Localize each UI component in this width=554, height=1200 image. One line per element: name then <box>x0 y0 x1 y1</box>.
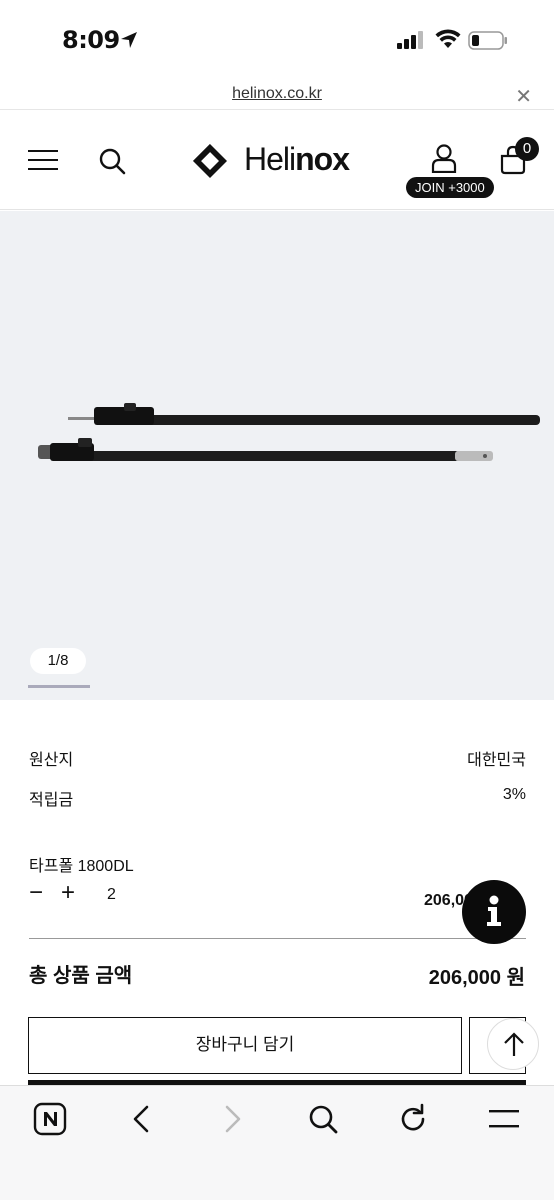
logo-wordmark: Helinox <box>244 141 350 177</box>
cart-count-badge: 0 <box>515 137 539 161</box>
points-value: 3% <box>502 786 526 803</box>
points-label: 적립금 <box>29 792 74 809</box>
naver-icon[interactable] <box>33 1102 67 1136</box>
site-header: Helinox JOIN +3000 0 <box>0 111 554 210</box>
browser-url-bar[interactable]: helinox.co.kr ✕ <box>0 80 554 110</box>
forward-icon[interactable] <box>215 1102 249 1136</box>
close-icon[interactable]: ✕ <box>515 84 532 109</box>
helinox-logo[interactable]: Helinox <box>192 141 372 181</box>
origin-value: 대한민국 <box>467 752 526 769</box>
wifi-icon <box>435 29 461 48</box>
menu-icon[interactable] <box>487 1102 521 1136</box>
quantity-value[interactable]: 2 <box>107 886 116 904</box>
hamburger-menu-icon[interactable] <box>28 149 58 171</box>
search-icon[interactable] <box>306 1102 340 1136</box>
origin-label: 원산지 <box>29 752 74 769</box>
cellular-signal-icon <box>397 31 423 49</box>
total-label: 총 상품 금액 <box>29 965 133 987</box>
status-bar: 8:09 <box>0 0 554 80</box>
browser-toolbar <box>0 1085 554 1200</box>
info-button[interactable] <box>462 880 526 944</box>
battery-icon <box>468 31 507 50</box>
info-icon <box>487 895 501 926</box>
total-value: 206,000 원 <box>428 967 525 989</box>
gallery-pager: 1/8 <box>30 648 86 674</box>
scroll-top-button[interactable] <box>487 1018 539 1070</box>
back-icon[interactable] <box>125 1102 159 1136</box>
status-time: 8:09 <box>62 26 120 54</box>
user-icon[interactable] <box>430 143 458 173</box>
search-icon[interactable] <box>98 147 126 175</box>
gallery-progress-bar <box>28 685 90 688</box>
quantity-plus-button[interactable]: + <box>61 879 75 907</box>
url-text[interactable]: helinox.co.kr <box>0 85 554 103</box>
refresh-icon[interactable] <box>396 1102 430 1136</box>
arrow-up-icon <box>504 1032 524 1056</box>
product-image <box>38 403 540 461</box>
divider <box>29 938 526 939</box>
add-to-cart-button[interactable]: 장바구니 담기 <box>28 1017 462 1074</box>
quantity-minus-button[interactable]: − <box>29 879 43 907</box>
helinox-logo-mark-icon <box>193 144 227 178</box>
option-name: 타프폴 1800DL <box>29 858 134 875</box>
product-gallery[interactable]: 1/8 <box>0 211 554 700</box>
join-badge[interactable]: JOIN +3000 <box>406 177 494 198</box>
location-arrow-icon <box>121 32 137 48</box>
quantity-stepper: − + 2 206,000 원 <box>29 879 526 909</box>
